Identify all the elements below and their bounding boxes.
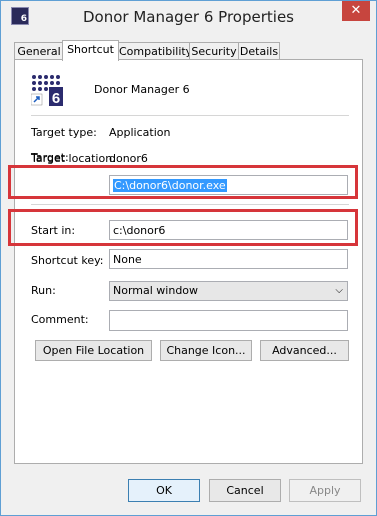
close-button[interactable]: ✕: [342, 1, 370, 21]
tab-shortcut[interactable]: Shortcut: [62, 40, 119, 61]
cancel-button[interactable]: Cancel: [209, 479, 281, 502]
run-label: Run:: [31, 284, 56, 297]
tab-details[interactable]: Details: [238, 42, 280, 60]
separator: [31, 204, 349, 205]
apply-button[interactable]: Apply: [289, 479, 361, 502]
properties-dialog: 6 Donor Manager 6 Properties ✕ General S…: [0, 0, 377, 516]
tab-compatibility[interactable]: Compatibility: [118, 42, 192, 60]
start-in-field[interactable]: c:\donor6: [109, 220, 348, 240]
comment-field[interactable]: [109, 310, 348, 331]
change-icon-button[interactable]: Change Icon...: [160, 340, 252, 361]
tab-security[interactable]: Security: [189, 42, 239, 60]
start-in-label: Start in:: [31, 224, 76, 237]
app-name: Donor Manager 6: [94, 83, 190, 96]
shortcut-key-label: Shortcut key:: [31, 254, 104, 267]
target-type-label: Target type:: [31, 126, 97, 139]
run-value: Normal window: [113, 284, 199, 297]
comment-label: Comment:: [31, 313, 89, 326]
separator: [31, 115, 349, 116]
target-label: Target:: [31, 151, 69, 164]
open-file-location-button[interactable]: Open File Location: [35, 340, 152, 361]
title-bar[interactable]: 6 Donor Manager 6 Properties ✕: [1, 1, 376, 32]
window-title: Donor Manager 6 Properties: [83, 8, 294, 26]
run-select[interactable]: Normal window ⌵: [109, 281, 348, 301]
ok-button[interactable]: OK: [128, 479, 200, 502]
shortcut-key-field[interactable]: None: [109, 249, 348, 269]
app-icon-number: 6: [52, 90, 60, 106]
tab-general[interactable]: General: [14, 42, 64, 60]
target-location-value: donor6: [109, 152, 148, 165]
target-type-value: Application: [109, 126, 171, 139]
target-value: C:\donor6\donor.exe: [113, 179, 227, 192]
advanced-button[interactable]: Advanced...: [260, 340, 349, 361]
target-field[interactable]: C:\donor6\donor.exe: [109, 175, 348, 195]
app-icon: 6: [31, 74, 63, 106]
chevron-down-icon: ⌵: [335, 285, 343, 296]
shortcut-panel: 6 Donor Manager 6 Target type: Applicati…: [14, 59, 363, 464]
